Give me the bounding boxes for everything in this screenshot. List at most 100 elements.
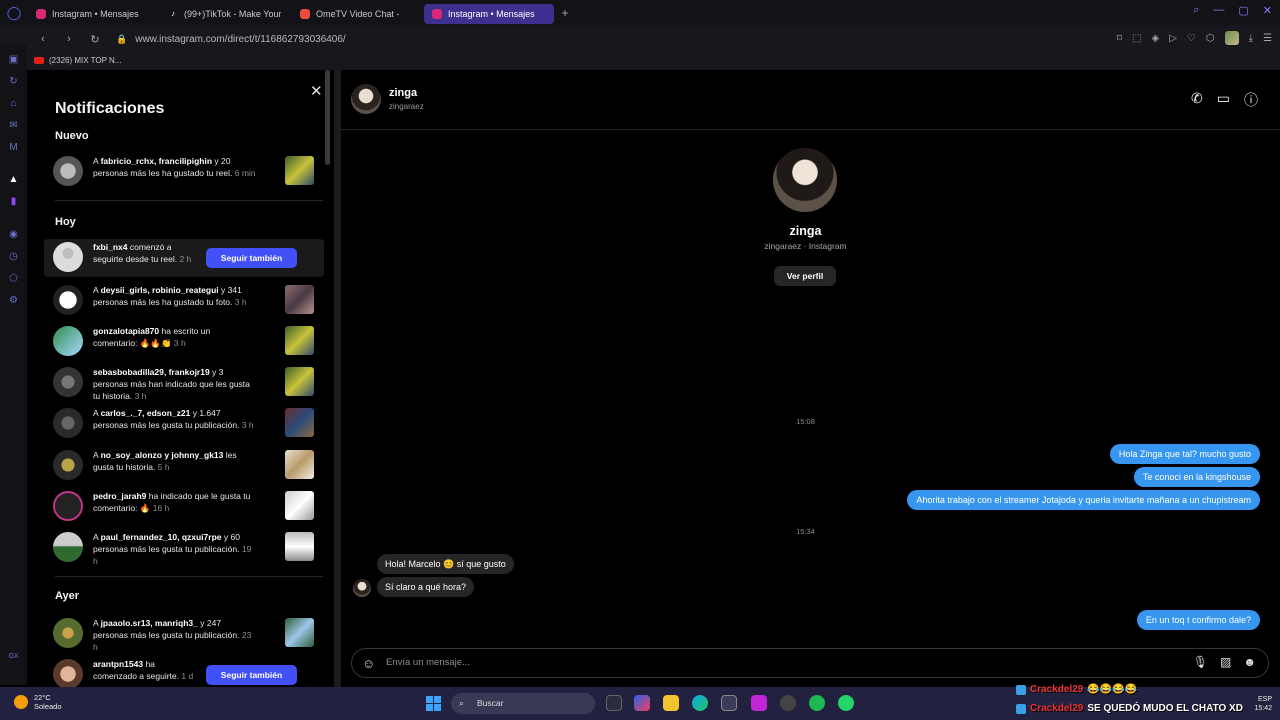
copilot-icon[interactable] — [634, 695, 650, 711]
post-thumbnail[interactable] — [285, 618, 314, 647]
close-window-icon[interactable]: ✕ — [1263, 4, 1272, 17]
incoming-message[interactable]: Hola! Marcelo 😊 sí que gusto — [377, 554, 514, 574]
new-tab-button[interactable]: + — [556, 4, 574, 22]
avatar[interactable] — [353, 579, 371, 597]
avatar[interactable] — [53, 408, 83, 438]
url-field[interactable]: 🔒 www.instagram.com/direct/t/11686279303… — [116, 34, 346, 45]
history-icon[interactable]: ◷ — [7, 250, 20, 263]
notification-item[interactable]: A deysii_girls, robinio_reategui y 341 p… — [44, 282, 324, 320]
opera-gx-logo-icon[interactable]: ◯ — [0, 0, 28, 25]
phone-icon[interactable]: ✆ — [1191, 90, 1203, 110]
avatar[interactable] — [53, 367, 83, 397]
menu-icon[interactable]: ☰ — [1263, 33, 1272, 44]
whatsapp-icon[interactable] — [838, 695, 854, 711]
avatar[interactable] — [53, 285, 83, 315]
edge-icon[interactable] — [692, 695, 708, 711]
post-thumbnail[interactable] — [285, 491, 314, 520]
message-composer[interactable]: ☺ Envía un mensaje... 🎙 ▨ ☻ — [351, 648, 1269, 678]
follow-back-button[interactable]: Seguir también — [206, 665, 297, 685]
post-thumbnail[interactable] — [285, 285, 314, 314]
post-thumbnail[interactable] — [285, 532, 314, 561]
outgoing-message[interactable]: Te conoci en la kingshouse — [1133, 467, 1260, 487]
avatar[interactable] — [53, 450, 83, 480]
tab-instagram-1[interactable]: Instagram • Mensajes — [28, 4, 158, 24]
incoming-message[interactable]: Sí claro a qué hora? — [377, 577, 475, 597]
player-icon[interactable]: ◉ — [7, 228, 20, 241]
notification-item[interactable]: gonzalotapia870 ha escrito un comentario… — [44, 323, 324, 361]
scrollbar[interactable] — [325, 70, 330, 165]
shield-icon[interactable]: ◈ — [1152, 33, 1160, 44]
opera-gx-taskbar-icon[interactable] — [751, 695, 767, 711]
message-input[interactable]: Envía un mensaje... — [386, 657, 470, 668]
weather-widget[interactable]: 22°C Soleado — [14, 693, 62, 711]
twitch-icon[interactable]: ▮ — [7, 195, 20, 208]
minimize-icon[interactable]: — — [1213, 4, 1224, 17]
mail-icon[interactable]: M — [7, 141, 20, 154]
close-icon[interactable]: ✕ — [310, 82, 323, 100]
bookmark-item[interactable]: (2326) MIX TOP N... — [34, 56, 121, 65]
notification-item[interactable]: sebasbobadilla29, frankojr19 y 3 persona… — [44, 364, 324, 402]
notification-item[interactable]: pedro_jarah9 ha indicado que le gusta tu… — [44, 488, 324, 526]
file-explorer-icon[interactable] — [663, 695, 679, 711]
post-thumbnail[interactable] — [285, 408, 314, 437]
refresh-sidebar-icon[interactable]: ↻ — [7, 75, 20, 88]
notification-item[interactable]: A jpaaolo.sr13, manriqh3_ y 247 personas… — [44, 615, 324, 653]
spotify-icon[interactable] — [809, 695, 825, 711]
system-tray[interactable]: ESP 15:42 — [1254, 695, 1272, 713]
task-view-icon[interactable] — [606, 695, 622, 711]
taskbar-search[interactable]: ⌕ Buscar — [451, 693, 595, 714]
notification-item[interactable]: A carlos_._7, edson_z21 y 1.647 personas… — [44, 405, 324, 443]
avatar[interactable] — [53, 491, 83, 521]
image-icon[interactable]: ▨ — [1220, 655, 1231, 669]
outgoing-message[interactable]: Ahorita trabajo con el streamer Jotajoda… — [907, 490, 1260, 510]
avatar[interactable] — [53, 618, 83, 648]
play-icon[interactable]: ▷ — [1169, 33, 1177, 44]
avatar[interactable] — [53, 659, 83, 687]
emoji-icon[interactable]: ☺ — [362, 656, 375, 671]
tab-instagram-active[interactable]: Instagram • Mensajes — [424, 3, 554, 24]
profile-avatar-icon[interactable] — [1224, 31, 1239, 45]
messenger-icon[interactable]: ✉ — [7, 119, 20, 132]
avatar[interactable] — [53, 532, 83, 562]
download-icon[interactable]: ⤓ — [1249, 33, 1253, 44]
notification-item[interactable]: A no_soy_alonzo y johnny_gk13 les gusta … — [44, 447, 324, 485]
microphone-icon[interactable]: 🎙 — [1193, 655, 1208, 669]
snapshot-icon[interactable]: ⬚ — [1132, 33, 1141, 44]
reload-icon[interactable]: ↻ — [86, 33, 104, 46]
view-profile-button[interactable]: Ver perfil — [774, 266, 836, 286]
profile-avatar[interactable] — [773, 148, 837, 212]
maximize-icon[interactable]: ▢ — [1238, 4, 1248, 17]
box-icon[interactable]: ⬠ — [7, 272, 20, 285]
back-icon[interactable]: ‹ — [34, 33, 52, 45]
settings-icon[interactable]: ⚙ — [7, 294, 20, 307]
avatar[interactable] — [351, 84, 381, 114]
search-tabs-icon[interactable]: ⌕ — [1193, 4, 1199, 17]
forward-icon[interactable]: › — [60, 33, 78, 45]
store-icon[interactable] — [721, 695, 737, 711]
info-icon[interactable]: ⓘ — [1244, 90, 1258, 110]
obs-icon[interactable] — [780, 695, 796, 711]
extensions-icon[interactable]: ⬡ — [1206, 33, 1215, 44]
notification-item[interactable]: A paul_fernandez_10, qzxui7rpe y 60 pers… — [44, 529, 324, 567]
avatar[interactable] — [53, 242, 83, 272]
notification-item[interactable]: arantpn1543 ha comenzado a seguirte. 1 d… — [44, 656, 324, 687]
post-thumbnail[interactable] — [285, 367, 314, 396]
notification-item[interactable]: fxbi_nx4 comenzó a seguirte desde tu ree… — [44, 239, 324, 277]
outgoing-message[interactable]: En un toq t confirmo dale? — [1136, 610, 1260, 630]
chat-contact-name[interactable]: zinga — [389, 87, 417, 99]
video-call-icon[interactable]: ▭ — [1217, 90, 1230, 110]
post-thumbnail[interactable] — [285, 156, 314, 185]
outgoing-message[interactable]: Hola Zinga que tal? mucho gusto — [1109, 444, 1260, 464]
sticker-icon[interactable]: ☻ — [1243, 655, 1256, 669]
avatar[interactable] — [53, 326, 83, 356]
tab-tiktok[interactable]: ♪ (99+)TikTok - Make Your — [160, 4, 290, 24]
tiktok-sidebar-icon[interactable]: ▲ — [7, 173, 20, 186]
bookmark-icon[interactable]: ⌑ — [1117, 33, 1122, 44]
heart-icon[interactable]: ♡ — [1187, 33, 1196, 44]
tab-ometv[interactable]: OmeTV Video Chat - — [292, 4, 422, 24]
avatar[interactable] — [53, 156, 83, 186]
notification-item[interactable]: A fabricio_rchx, francilipighin y 20 per… — [44, 153, 324, 191]
gx-label-icon[interactable]: GX — [7, 650, 20, 663]
start-button[interactable] — [426, 696, 441, 711]
gx-corner-icon[interactable]: ▣ — [7, 53, 20, 66]
